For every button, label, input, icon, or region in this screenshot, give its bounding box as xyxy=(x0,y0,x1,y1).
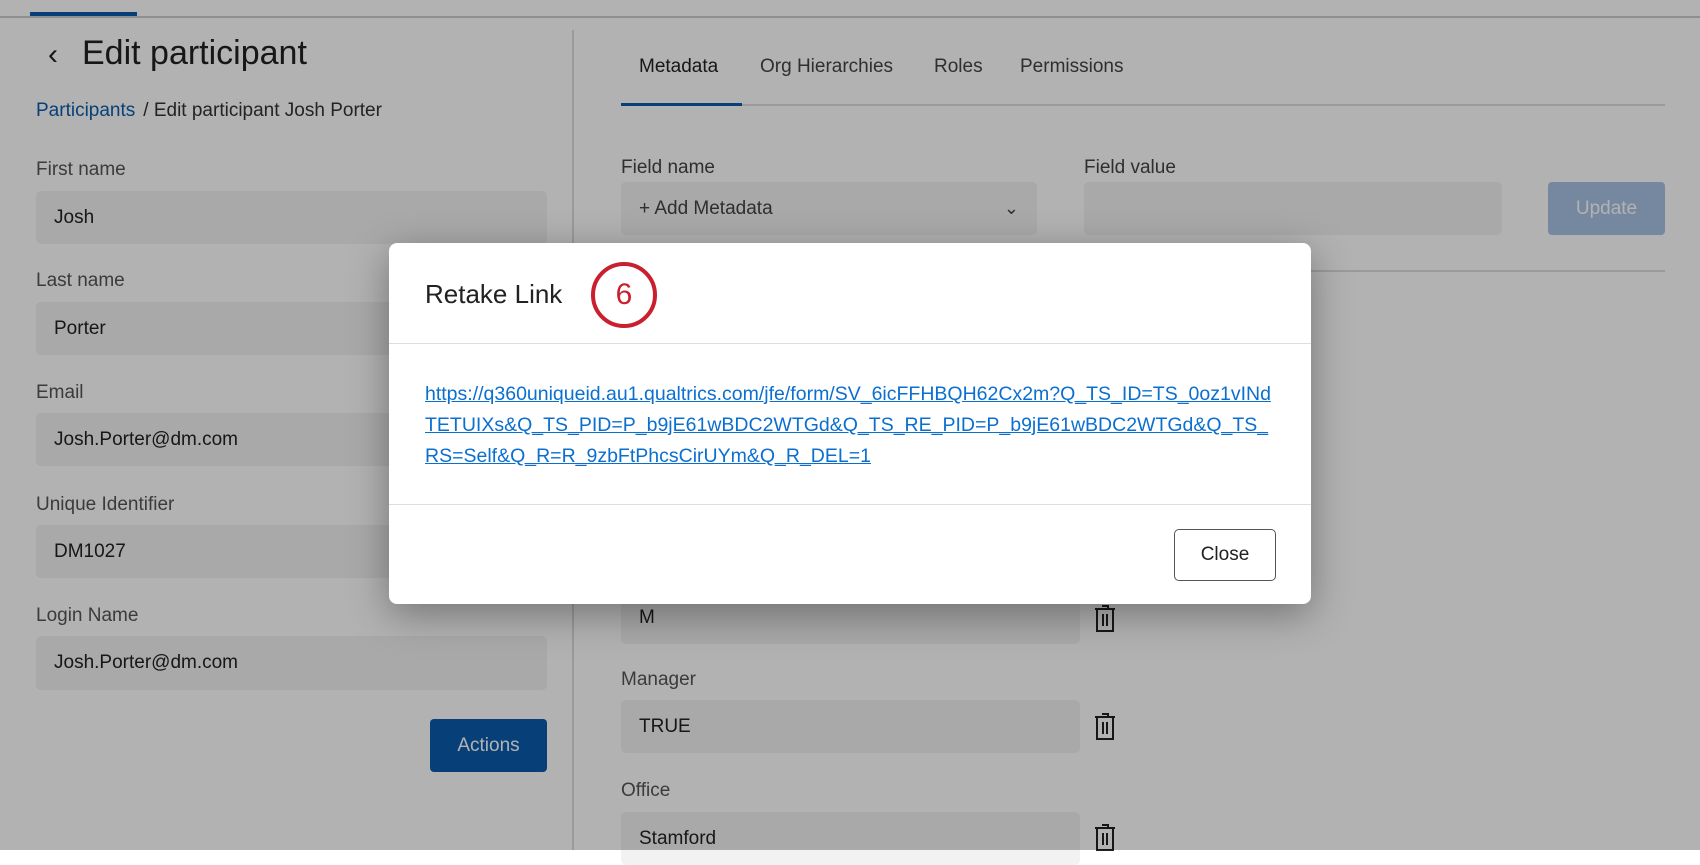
step-badge: 6 xyxy=(591,262,657,328)
close-button[interactable]: Close xyxy=(1174,529,1276,581)
retake-link-modal: Retake Link 6 https://q360uniqueid.au1.q… xyxy=(389,243,1311,604)
modal-title: Retake Link xyxy=(425,279,563,309)
modal-footer-divider xyxy=(389,504,1311,505)
modal-header-divider xyxy=(389,343,1311,344)
retake-link[interactable]: https://q360uniqueid.au1.qualtrics.com/j… xyxy=(425,379,1275,472)
